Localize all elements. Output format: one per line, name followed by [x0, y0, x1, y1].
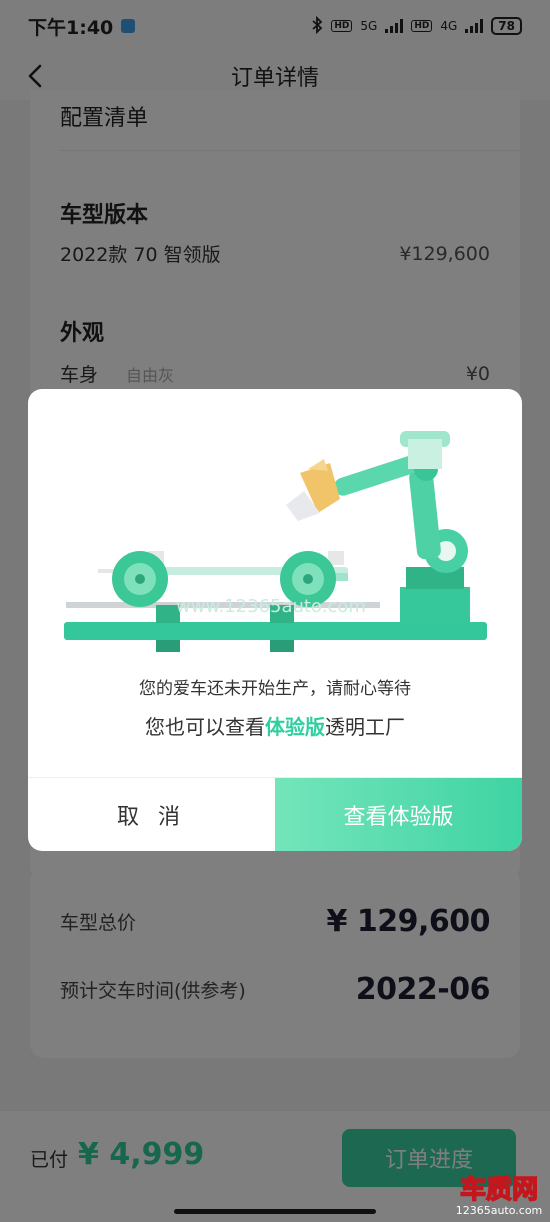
message-prefix: 您也可以查看: [145, 715, 265, 739]
trial-version-link[interactable]: 体验版: [265, 715, 325, 739]
site-watermark-logo: 车质网 12365auto.com: [456, 1173, 543, 1217]
production-status-dialog: www.12365auto.com 您的爱车还未开始生产，请耐心等待 您也可以查…: [28, 389, 522, 851]
logo-text: 车质网: [460, 1174, 538, 1205]
logo-url-text: 12365auto.com: [456, 1204, 543, 1217]
message-suffix: 透明工厂: [325, 715, 405, 739]
watermark-text: www.12365auto.com: [176, 596, 366, 617]
dialog-message-line2: 您也可以查看体验版透明工厂: [28, 711, 522, 740]
cancel-button[interactable]: 取 消: [28, 778, 275, 851]
robot-arm-assembly-line-illustration: www.12365auto.com: [64, 431, 487, 652]
view-trial-button[interactable]: 查看体验版: [275, 778, 522, 851]
dialog-message-line1: 您的爱车还未开始生产，请耐心等待: [139, 679, 411, 699]
